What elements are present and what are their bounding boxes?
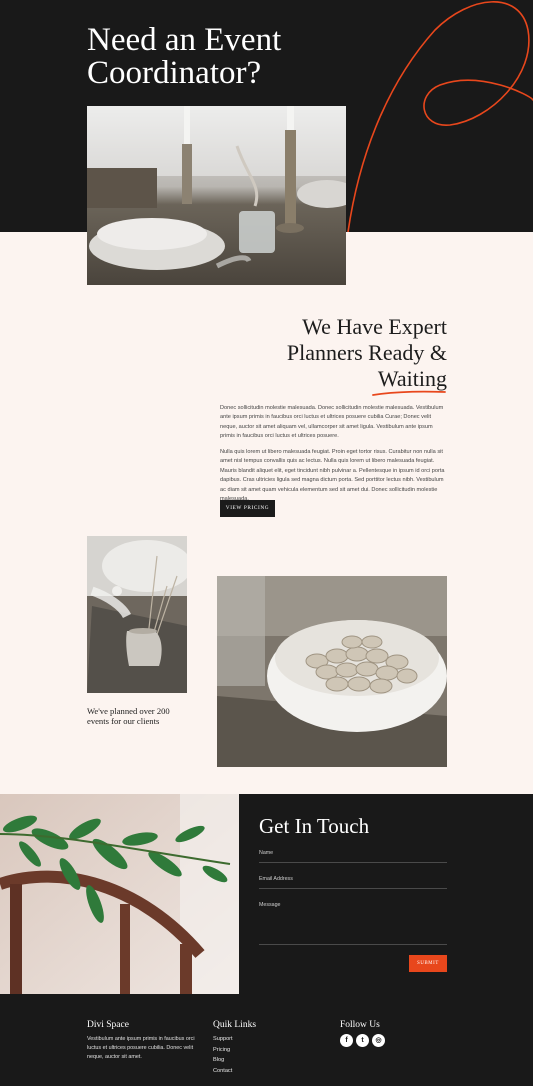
footer-link-support[interactable]: Support [213, 1034, 233, 1045]
footer-links-heading: Quik Links [213, 1020, 257, 1030]
footer [0, 994, 533, 1086]
table-setting-image [87, 106, 346, 285]
footer-link-blog[interactable]: Blog [213, 1055, 233, 1066]
footer-link-contact[interactable]: Contact [213, 1066, 233, 1077]
facebook-icon[interactable]: f [340, 1034, 353, 1047]
instagram-icon[interactable]: ◎ [372, 1034, 385, 1047]
footer-links-list: Support Pricing Blog Contact [213, 1034, 233, 1076]
footer-follow-heading: Follow Us [340, 1020, 380, 1030]
footer-brand-heading: Divi Space [87, 1020, 129, 1030]
message-field-label: Message [259, 902, 281, 908]
experts-title: We Have Expert Planners Ready & Waiting [240, 314, 447, 392]
experts-title-line1: We Have Expert [302, 314, 447, 339]
events-caption-line1: We've planned over 200 [87, 706, 170, 716]
decorative-swirl-line [347, 1, 533, 233]
pistachio-bowl-image [217, 576, 447, 767]
submit-button[interactable]: SUBMIT [409, 955, 447, 972]
message-field[interactable] [259, 944, 447, 945]
greenery-chair-image [0, 794, 239, 994]
accent-underline [372, 390, 446, 396]
name-field[interactable] [259, 862, 447, 863]
events-caption-line2: events for our clients [87, 716, 160, 726]
email-field[interactable] [259, 888, 447, 889]
vase-image [87, 536, 187, 693]
email-field-label: Email Address [259, 876, 293, 882]
experts-paragraph-2: Nulla quis lorem ut libero malesuada feu… [220, 449, 445, 502]
contact-title: Get In Touch [259, 814, 370, 838]
page: Need an Event Coordinator? We Have Exper… [0, 0, 533, 1086]
footer-brand-description: Vestibulum ante ipsum primis in faucibus… [87, 1036, 195, 1060]
events-caption: We've planned over 200 events for our cl… [87, 706, 197, 726]
experts-title-line2: Planners Ready & [286, 340, 447, 365]
twitter-icon[interactable]: t [356, 1034, 369, 1047]
footer-link-pricing[interactable]: Pricing [213, 1045, 233, 1056]
experts-paragraph-1: Donec sollicitudin molestie malesuada. D… [220, 405, 444, 440]
view-pricing-button[interactable]: VIEW PRICING [220, 500, 275, 517]
name-field-label: Name [259, 850, 274, 856]
